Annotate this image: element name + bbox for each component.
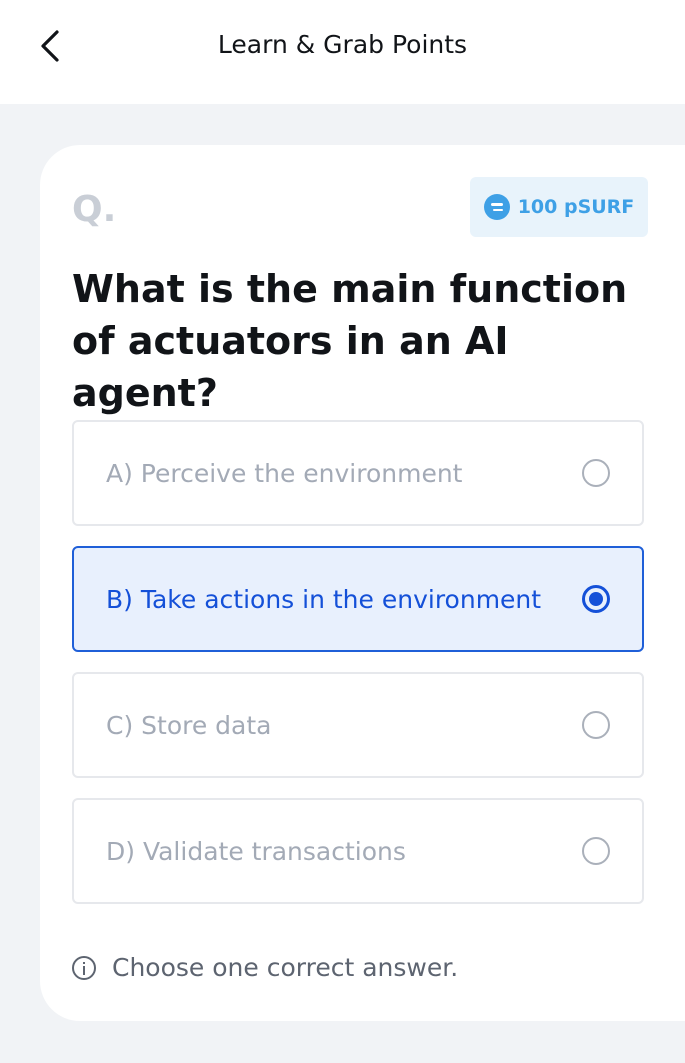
answer-option-label: C) Store data (106, 710, 272, 740)
radio-icon[interactable] (582, 837, 610, 865)
answer-option-label: B) Take actions in the environment (106, 584, 542, 614)
answer-option-label: A) Perceive the environment (106, 458, 463, 488)
reward-badge: 100 pSURF (470, 177, 648, 237)
reward-amount: 100 pSURF (517, 196, 635, 218)
hint-text: Choose one correct answer. (112, 953, 459, 982)
answer-option-c[interactable]: C) Store data (72, 672, 644, 778)
radio-selected-icon[interactable] (582, 585, 610, 613)
answer-option-b[interactable]: B) Take actions in the environment (72, 546, 644, 652)
coin-icon (483, 194, 510, 220)
answer-option-label: D) Validate transactions (106, 836, 406, 866)
quiz-card: Q. 100 pSURF What is the main function o… (40, 145, 685, 1021)
page-title: Learn & Grab Points (217, 30, 468, 59)
question-text: What is the main function of actuators i… (72, 267, 628, 415)
question-label: Q. (72, 189, 117, 230)
radio-icon[interactable] (582, 711, 610, 739)
info-icon (72, 955, 96, 980)
app-header: Learn & Grab Points (0, 0, 685, 104)
radio-icon[interactable] (582, 459, 610, 487)
answer-hint: Choose one correct answer. (72, 953, 458, 982)
answer-option-d[interactable]: D) Validate transactions (72, 798, 644, 904)
answer-option-a[interactable]: A) Perceive the environment (72, 420, 644, 526)
